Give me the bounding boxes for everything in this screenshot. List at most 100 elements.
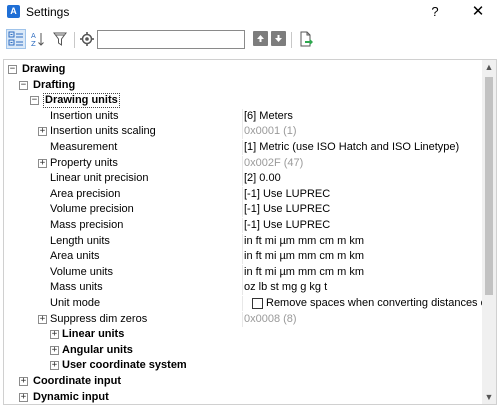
tree-row[interactable]: + Property units 0x002F (47)	[4, 155, 482, 171]
sort-az-icon: A Z	[31, 32, 44, 47]
tree-row[interactable]: − Drawing units	[4, 93, 482, 109]
tree-row[interactable]: Unit mode Remove spaces when converting d…	[4, 296, 496, 311]
settings-options-button[interactable]	[77, 29, 97, 49]
collapse-icon[interactable]: −	[8, 65, 17, 74]
tree-row[interactable]: Length units in ft mi µm mm cm m km	[4, 233, 482, 249]
tree-item-label: Coordinate input	[33, 375, 121, 387]
title-bar: A Settings ? ✕	[0, 0, 500, 24]
tree-row[interactable]: + User coordinate system	[4, 358, 482, 373]
window-title: Settings	[26, 5, 70, 19]
toolbar-divider	[74, 32, 75, 48]
close-button[interactable]: ✕	[466, 2, 490, 22]
tree-row[interactable]: Linear unit precision [2] 0.00	[4, 171, 482, 187]
tree-row[interactable]: + Angular units	[4, 343, 482, 358]
scroll-up-icon[interactable]: ▲	[482, 60, 496, 74]
tree-item-label: Drafting	[33, 78, 76, 91]
tree-item-label: Insertion units	[50, 109, 119, 122]
property-value[interactable]: [1] Metric (use ISO Hatch and ISO Linety…	[244, 141, 459, 154]
tree-row[interactable]: Volume precision [-1] Use LUPREC	[4, 202, 482, 218]
column-divider	[242, 264, 243, 280]
categorized-view-button[interactable]	[6, 29, 26, 49]
property-value[interactable]: oz lb st mg g kg t	[244, 281, 327, 294]
previous-match-button[interactable]	[253, 31, 268, 46]
tree-row[interactable]: Area units in ft mi µm mm cm m km	[4, 249, 482, 265]
column-divider	[242, 233, 243, 249]
gear-icon	[80, 32, 94, 46]
expand-icon[interactable]: +	[19, 392, 28, 402]
tree-item-label: Unit mode	[50, 297, 101, 309]
expand-icon[interactable]: +	[50, 345, 59, 355]
column-divider	[242, 202, 243, 218]
tree-item-label: Mass precision	[50, 219, 124, 231]
vertical-scrollbar[interactable]: ▲ ▼	[482, 60, 496, 404]
column-divider	[242, 218, 243, 233]
scrollbar-thumb[interactable]	[485, 77, 493, 295]
tree-row[interactable]: − Drafting	[4, 78, 482, 93]
tree-row[interactable]: Insertion units [6] Meters	[4, 108, 482, 124]
tree-row[interactable]: Mass precision [-1] Use LUPREC	[4, 218, 482, 233]
expand-icon[interactable]: +	[50, 330, 59, 340]
search-input[interactable]	[97, 30, 245, 49]
expand-icon[interactable]: +	[19, 377, 28, 386]
tree-item-label: Property units	[50, 156, 118, 169]
property-value[interactable]: 0x0008 (8)	[244, 313, 297, 326]
tree-item-label: Volume units	[50, 265, 113, 278]
property-value[interactable]: in ft mi µm mm cm m km	[244, 266, 364, 279]
property-value[interactable]: in ft mi µm mm cm m km	[244, 235, 364, 248]
property-value[interactable]: in ft mi µm mm cm m km	[244, 250, 364, 263]
help-button[interactable]: ?	[424, 2, 446, 22]
tree-item-label: Angular units	[62, 343, 133, 356]
property-value[interactable]: 0x0001 (1)	[244, 125, 297, 138]
remove-spaces-label: Remove spaces when converting distances …	[266, 297, 496, 309]
property-value[interactable]: [-1] Use LUPREC	[244, 219, 330, 232]
tree-row[interactable]: + Coordinate input	[4, 374, 482, 389]
column-divider	[242, 155, 243, 171]
collapse-icon[interactable]: −	[19, 80, 28, 90]
tree-row[interactable]: + Insertion units scaling 0x0001 (1)	[4, 124, 482, 140]
column-divider	[242, 124, 243, 140]
tree-row[interactable]: Volume units in ft mi µm mm cm m km	[4, 264, 482, 280]
column-divider	[242, 186, 243, 202]
property-value[interactable]: [-1] Use LUPREC	[244, 188, 330, 201]
alphabetical-sort-button[interactable]: A Z	[28, 29, 48, 49]
column-divider	[242, 249, 243, 265]
tree-row[interactable]: − Drawing	[4, 62, 482, 77]
expand-icon[interactable]: +	[38, 158, 47, 168]
app-logo-icon: A	[7, 5, 20, 18]
property-value[interactable]: [6] Meters	[244, 110, 293, 123]
next-match-button[interactable]	[271, 31, 286, 46]
tree-row[interactable]: Mass units oz lb st mg g kg t	[4, 280, 482, 296]
property-value[interactable]: [-1] Use LUPREC	[244, 203, 330, 216]
tree-row[interactable]: + Dynamic input	[4, 390, 482, 404]
tree-row[interactable]: Area precision [-1] Use LUPREC	[4, 186, 482, 202]
tree-item-label: Insertion units scaling	[50, 125, 156, 138]
expand-icon[interactable]: +	[50, 361, 59, 371]
collapse-icon[interactable]: −	[30, 96, 39, 106]
tree-item-label: Drawing	[22, 63, 66, 75]
tree-item-label: Length units	[50, 234, 110, 247]
remove-spaces-checkbox[interactable]	[252, 298, 263, 309]
expand-icon[interactable]: +	[38, 127, 47, 137]
column-divider	[242, 280, 243, 296]
tree-row[interactable]: Measurement [1] Metric (use ISO Hatch and…	[4, 140, 482, 155]
filter-icon	[53, 32, 67, 46]
column-divider	[242, 140, 243, 155]
svg-text:Z: Z	[31, 40, 36, 47]
property-value[interactable]: [2] 0.00	[244, 172, 281, 185]
tree-item-label: Linear units	[62, 328, 125, 341]
filter-button[interactable]	[50, 29, 70, 49]
tree-item-label: Drawing units	[43, 93, 120, 109]
tree-item-label: User coordinate system	[62, 359, 187, 372]
expand-icon[interactable]: +	[38, 314, 47, 324]
export-button[interactable]	[296, 29, 316, 49]
scroll-down-icon[interactable]: ▼	[482, 390, 496, 404]
tree-row[interactable]: + Linear units	[4, 327, 482, 342]
tree-item-label: Measurement	[50, 141, 118, 153]
column-divider	[242, 171, 243, 187]
tree-item-label: Area precision	[50, 187, 121, 200]
toolbar: A Z	[0, 26, 500, 54]
tree-row[interactable]: + Suppress dim zeros 0x0008 (8)	[4, 311, 482, 327]
arrow-up-icon	[257, 35, 264, 42]
tree-item-label: Linear unit precision	[50, 172, 149, 185]
property-value[interactable]: 0x002F (47)	[244, 157, 303, 170]
